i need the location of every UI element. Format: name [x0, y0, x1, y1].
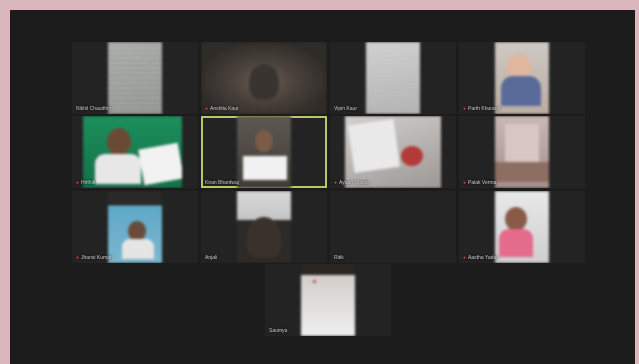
active-speaker-tile[interactable]: Kiran Bhardwaj — [201, 116, 327, 188]
participant-tile[interactable]: Vipin Kaur — [330, 42, 456, 114]
participant-tile[interactable]: Anjali — [201, 191, 327, 263]
participant-tile[interactable]: ● Jhansi Kumari — [72, 191, 198, 263]
participant-tile[interactable]: ● Ayaan Srisod — [330, 116, 456, 188]
participant-name: Hrithik — [81, 180, 96, 186]
participant-name: Saumya — [269, 328, 288, 334]
participant-video — [495, 191, 549, 263]
participant-tile[interactable]: Saumya — [265, 264, 391, 336]
participant-name: Vipin Kaur — [334, 106, 357, 112]
participant-name: Parth Khurana — [468, 106, 501, 112]
mic-muted-icon: ● — [76, 180, 80, 186]
participant-video — [495, 42, 549, 114]
participant-tile[interactable]: Nikhil Chaudhry — [72, 42, 198, 114]
participant-video — [108, 191, 162, 263]
participant-video — [345, 116, 441, 188]
participant-video — [237, 116, 291, 188]
participant-video — [237, 191, 291, 263]
participant-video — [495, 116, 549, 188]
mic-muted-icon: ● — [463, 255, 467, 261]
mic-muted-icon: ● — [205, 106, 209, 112]
participant-tile[interactable]: ● Hrithik — [72, 116, 198, 188]
participant-name: Ayaan Srisod — [339, 180, 369, 186]
participant-name: Anshita Kaur — [210, 106, 239, 112]
participant-video — [201, 42, 327, 114]
participant-video — [108, 42, 162, 114]
participant-name: Palak Verma — [468, 180, 497, 186]
participant-name: Anjali — [205, 255, 218, 261]
participant-tile[interactable]: ● Aastha Yadav — [459, 191, 585, 263]
participant-video — [301, 264, 355, 336]
participant-name: Aastha Yadav — [468, 255, 499, 261]
participant-video — [83, 116, 182, 188]
mic-muted-icon: ● — [334, 180, 338, 186]
participant-name: Jhansi Kumari — [81, 255, 113, 261]
participant-name: Kiran Bhardwaj — [205, 180, 239, 186]
participant-name: Ritik — [334, 255, 344, 261]
mic-muted-icon: ● — [76, 255, 80, 261]
participant-name: Nikhil Chaudhry — [76, 106, 112, 112]
participant-tile[interactable]: ● Anshita Kaur — [201, 42, 327, 114]
mic-muted-icon: ● — [463, 106, 467, 112]
participant-video — [366, 42, 420, 114]
participant-tile[interactable]: ● Parth Khurana — [459, 42, 585, 114]
video-call-window: Nikhil Chaudhry ● Anshita Kaur Vipin Kaur… — [10, 10, 635, 364]
participant-tile[interactable]: Ritik — [330, 191, 456, 263]
mic-muted-icon: ● — [463, 180, 467, 186]
participant-tile[interactable]: ● Palak Verma — [459, 116, 585, 188]
